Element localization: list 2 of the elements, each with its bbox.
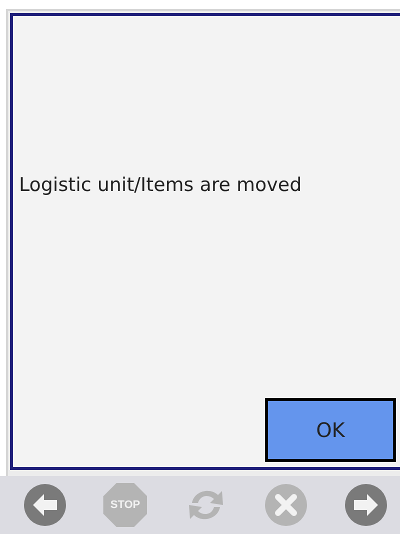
ok-button[interactable]: OK — [265, 398, 396, 462]
message-text: Logistic unit/Items are moved — [18, 174, 302, 196]
